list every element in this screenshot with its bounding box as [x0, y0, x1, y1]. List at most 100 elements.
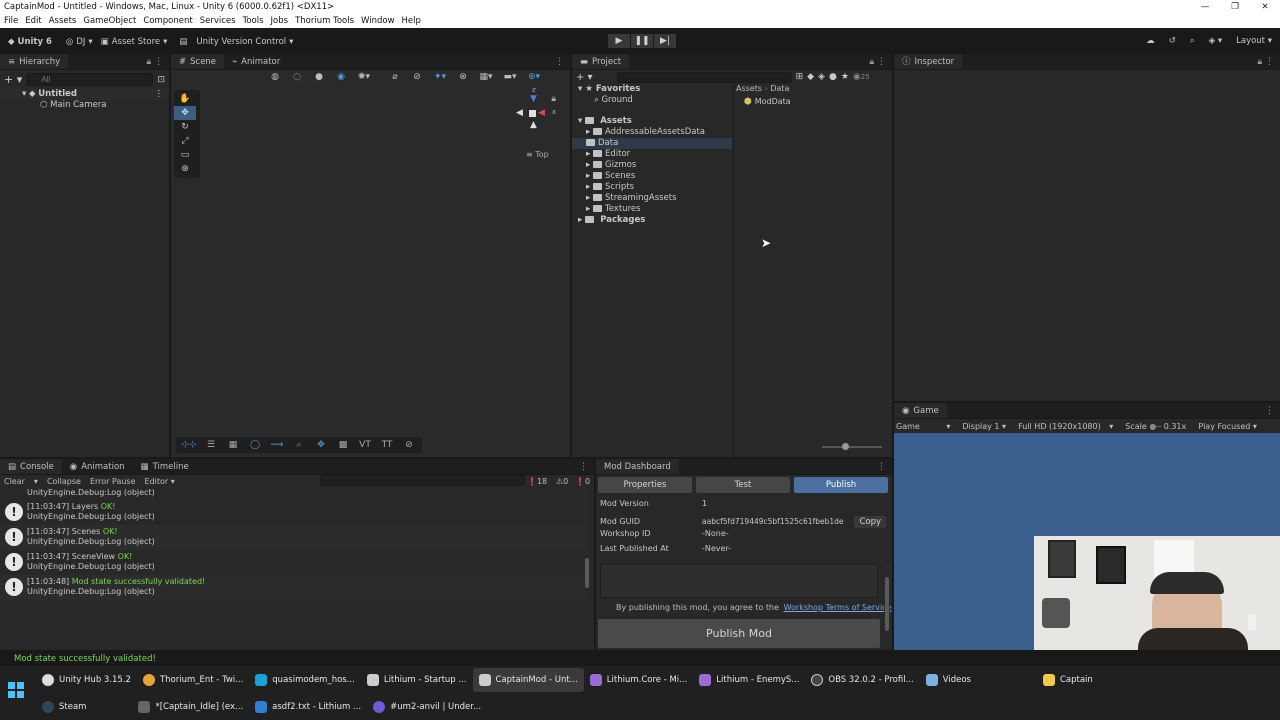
zoom-icon[interactable]: ⌕ — [289, 440, 309, 450]
expand-arrow-icon[interactable]: ▾ — [578, 84, 582, 94]
pause-button[interactable]: ❚❚ — [631, 34, 653, 48]
search-icon[interactable]: ⌕ — [1190, 36, 1195, 46]
game-mode-dropdown[interactable]: Game ▾ — [896, 422, 950, 431]
menu-component[interactable]: Component — [143, 15, 192, 28]
fx-icon[interactable]: ✦▾ — [430, 72, 450, 82]
expand-arrow-icon[interactable]: ▸ — [586, 204, 590, 214]
scene-row[interactable]: ▾ ◆ Untitled ⋮ — [0, 89, 169, 100]
menu-help[interactable]: Help — [402, 15, 421, 28]
task-lithium-startup[interactable]: Lithium - Startup ... — [361, 668, 473, 692]
log-entry[interactable]: ! [11:03:47] Layers OK! UnityEngine.Debu… — [0, 500, 590, 525]
tab-hierarchy[interactable]: ≡ Hierarchy — [0, 54, 69, 69]
favorite-item[interactable]: ⌕ Ground — [572, 95, 732, 106]
menu-file[interactable]: File — [4, 15, 18, 28]
orientation-gizmo[interactable]: 🔒︎ z ▼ ◀ ◀ x ▲ — [516, 86, 566, 140]
filter-icon[interactable]: ⊡ — [157, 75, 165, 85]
pivot-icon[interactable]: ✥ — [311, 440, 331, 450]
light-icon[interactable]: ✺▾ — [354, 72, 374, 82]
task-captainmod[interactable]: CaptainMod - Unt... — [472, 667, 584, 692]
expand-arrow-icon[interactable]: ▸ — [586, 149, 590, 159]
vt-icon[interactable]: VT — [355, 440, 375, 450]
breadcrumb-data[interactable]: Data — [770, 84, 789, 93]
folder-item[interactable]: ▸ StreamingAssets — [572, 193, 732, 204]
menu-services[interactable]: Services — [200, 15, 236, 28]
minimize-button[interactable]: — — [1190, 0, 1220, 15]
layout-dropdown[interactable]: Layout ▾ — [1236, 36, 1272, 46]
close-button[interactable]: ✕ — [1250, 0, 1280, 15]
properties-tab-button[interactable]: Properties — [598, 477, 692, 493]
task-chrome-twitch[interactable]: Thorium_Ent - Twi... — [137, 668, 249, 692]
hidden-icon[interactable]: ⊗ — [454, 72, 472, 82]
assets-header[interactable]: ▾ Assets — [572, 116, 732, 127]
editor-dropdown[interactable]: Editor ▾ — [145, 477, 175, 486]
hierarchy-item[interactable]: ⬡ Main Camera — [0, 100, 169, 111]
scrollbar-thumb[interactable] — [885, 577, 889, 631]
task-obs[interactable]: OBS 32.0.2 - Profil... — [805, 668, 919, 692]
clear-button[interactable]: Clear — [4, 477, 25, 486]
tab-animation[interactable]: ◉ Animation — [62, 459, 133, 474]
log-entry[interactable]: ! [11:03:48] Mod state successfully vali… — [0, 575, 590, 600]
error-pause-button[interactable]: Error Pause — [90, 477, 136, 486]
menu-gameobject[interactable]: GameObject — [83, 15, 136, 28]
menu-window[interactable]: Window — [361, 15, 395, 28]
console-search-input[interactable] — [320, 475, 525, 486]
warning-counter[interactable]: ❗18 — [527, 477, 547, 486]
task-lithium-enemy[interactable]: Lithium - EnemyS... — [693, 668, 805, 692]
status-message[interactable]: Mod state successfully validated! — [14, 654, 156, 664]
more-icon[interactable]: ⋮ — [155, 89, 164, 100]
publish-mod-button[interactable]: Publish Mod — [598, 619, 880, 648]
info-icon[interactable]: ● — [829, 72, 837, 82]
resolution-dropdown[interactable]: Full HD (1920x1080) ▾ — [1018, 422, 1113, 431]
visibility-icon[interactable]: ⌀ — [386, 72, 404, 82]
asset-item[interactable]: ⬢ ModData — [744, 97, 791, 107]
mod-dashboard-scrollbar[interactable] — [884, 565, 890, 647]
hand-tool-icon[interactable]: ✋ — [174, 92, 196, 106]
display-dropdown[interactable]: Display 1 ▾ — [962, 422, 1006, 431]
field-value[interactable]: aabcf5fd719449c5bf1525c61fbeb1de — [702, 517, 844, 526]
asset-store-dropdown[interactable]: ▣ Asset Store ▾ — [101, 37, 168, 47]
render-mode-icon[interactable]: ◉ — [332, 72, 350, 82]
info-counter-icon[interactable]: ❗0 — [575, 477, 590, 486]
expand-arrow-icon[interactable]: ▸ — [586, 193, 590, 203]
terms-link[interactable]: Workshop Terms of Service — [784, 603, 892, 612]
align-icon[interactable]: ☰ — [201, 440, 221, 450]
task-unity-hub[interactable]: Unity Hub 3.15.2 — [36, 668, 137, 692]
more-icon[interactable]: ⋮ — [1265, 403, 1274, 419]
tab-game[interactable]: ◉ Game — [894, 403, 947, 418]
menu-edit[interactable]: Edit — [25, 15, 41, 28]
field-value[interactable]: 1 — [702, 499, 707, 514]
transform-tool-icon[interactable]: ⊛ — [174, 162, 196, 176]
favorites-header[interactable]: ▾ ★ Favorites — [572, 84, 732, 95]
grid-snap-icon[interactable]: ▦ — [223, 440, 243, 450]
project-search-input[interactable] — [616, 71, 792, 83]
hierarchy-search-input[interactable] — [26, 73, 154, 86]
task-captain-folder[interactable]: Captain — [1037, 668, 1099, 692]
expand-arrow-icon[interactable]: ▸ — [586, 160, 590, 170]
shaded-icon[interactable]: ● — [310, 72, 328, 82]
move-tool-icon[interactable]: ✥ — [174, 106, 196, 120]
type-filter-icon[interactable]: ◆ — [807, 72, 814, 82]
log-entry[interactable]: ! [11:03:47] Scenes OK! UnityEngine.Debu… — [0, 525, 590, 550]
changelog-textarea[interactable] — [600, 564, 878, 598]
task-videos[interactable]: Videos — [920, 668, 977, 692]
tab-mod-dashboard[interactable]: Mod Dashboard — [596, 459, 679, 474]
scrollbar-thumb[interactable] — [585, 558, 589, 588]
tab-project[interactable]: ▬ Project — [572, 54, 630, 69]
label-filter-icon[interactable]: ◈ — [818, 72, 825, 82]
task-captain-idle[interactable]: *[Captain_Idle] (ex... — [132, 695, 249, 719]
folder-item[interactable]: ▸ Gizmos — [572, 160, 732, 171]
collapse-button[interactable]: Collapse — [47, 477, 81, 486]
project-divider[interactable] — [733, 83, 734, 457]
cloud-services-icon[interactable]: ☁ — [1146, 36, 1155, 46]
folder-item[interactable]: ▸ Textures — [572, 204, 732, 215]
tt-icon[interactable]: TT — [377, 440, 397, 450]
expand-arrow-icon[interactable]: ▸ — [586, 182, 590, 192]
task-discord[interactable]: #um2-anvil | Under... — [367, 695, 487, 719]
path-icon[interactable]: ⟿ — [267, 440, 287, 450]
rect-tool-icon[interactable]: ▭ — [174, 148, 196, 162]
expand-arrow-icon[interactable]: ▸ — [586, 127, 590, 137]
maximize-button[interactable]: ❐ — [1220, 0, 1250, 15]
rotate-tool-icon[interactable]: ↻ — [174, 120, 196, 134]
lock-icon[interactable]: 🔒︎ — [551, 94, 556, 104]
version-control-dropdown[interactable]: ▤ Unity Version Control ▾ — [179, 37, 293, 47]
